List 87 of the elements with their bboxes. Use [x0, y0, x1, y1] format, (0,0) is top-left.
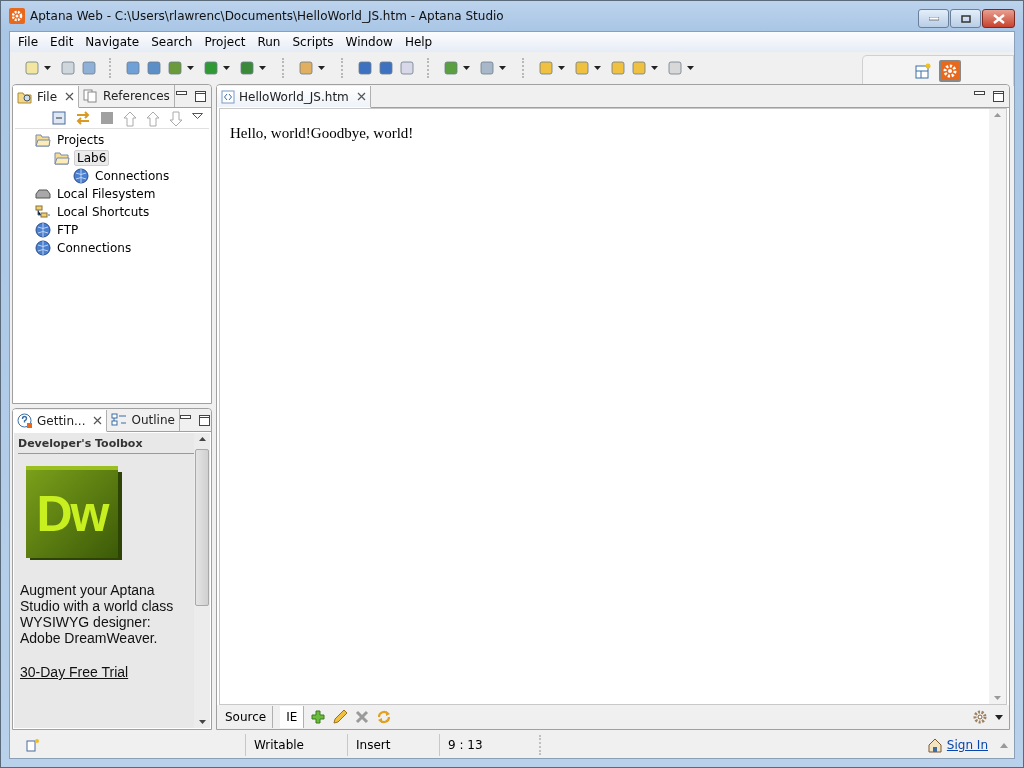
html-file-icon: [221, 89, 235, 104]
window-title: Aptana Web - C:\Users\rlawrenc\Documents\HelloWorld_JS.htm - Aptana Studio: [30, 9, 504, 23]
tree-item[interactable]: Connections: [93, 169, 172, 183]
caret-icon[interactable]: [687, 66, 694, 70]
sync-arrows-icon[interactable]: [75, 111, 91, 125]
caret-icon[interactable]: [463, 66, 470, 70]
menu-item[interactable]: Project: [198, 35, 252, 49]
caret-icon[interactable]: [259, 66, 266, 70]
status-text: Insert: [347, 734, 439, 756]
view-menu-icon[interactable]: [192, 113, 203, 119]
refresh-icon[interactable]: [376, 709, 393, 725]
shortcuts-icon: [35, 205, 51, 219]
editor-mode-tab[interactable]: IE: [280, 706, 305, 728]
new-window-icon[interactable]: [26, 738, 40, 752]
view-tab[interactable]: References: [79, 85, 175, 107]
close-button[interactable]: [982, 9, 1015, 28]
menu-item[interactable]: Scripts: [286, 35, 340, 49]
scroll-up-icon[interactable]: [198, 437, 206, 441]
caret-icon[interactable]: [594, 66, 601, 70]
hard-drive-icon: [35, 188, 51, 200]
scroll-thumb[interactable]: [195, 449, 209, 606]
menu-item[interactable]: Run: [251, 35, 287, 49]
globe-icon: [73, 168, 89, 184]
maximize-icon[interactable]: [993, 90, 1004, 102]
tree-item[interactable]: Connections: [55, 241, 134, 255]
editor-tab[interactable]: HelloWorld_JS.htm: [217, 86, 371, 108]
close-icon[interactable]: [356, 92, 366, 101]
menu-item[interactable]: Edit: [44, 35, 80, 49]
close-icon[interactable]: [93, 416, 103, 425]
settings-icon[interactable]: [972, 709, 988, 725]
outline-icon: [111, 413, 128, 427]
minimize-icon[interactable]: [179, 414, 191, 420]
tree-item[interactable]: Lab6: [74, 150, 110, 166]
menu-item[interactable]: File: [12, 35, 45, 49]
menu-item[interactable]: Search: [145, 35, 199, 49]
close-icon: [992, 13, 1005, 24]
help-icon: [17, 412, 33, 429]
minimize-icon: [928, 16, 939, 21]
minimize-button[interactable]: [918, 9, 949, 28]
scrollbar[interactable]: [194, 433, 210, 728]
tree-item[interactable]: FTP: [55, 223, 81, 237]
pages-icon: [83, 89, 100, 103]
scroll-down-icon[interactable]: [198, 720, 206, 724]
gear-icon[interactable]: [939, 59, 961, 82]
delete-icon[interactable]: [355, 710, 370, 724]
open-perspective-icon[interactable]: [915, 62, 931, 79]
close-icon[interactable]: [65, 92, 75, 101]
status-text: 9 : 13: [439, 734, 539, 756]
add-icon[interactable]: [311, 710, 326, 724]
minimize-icon[interactable]: [974, 90, 985, 96]
view-tab[interactable]: Outline: [107, 409, 180, 431]
tree-item[interactable]: Local Filesystem: [55, 187, 158, 201]
caret-icon[interactable]: [223, 66, 230, 70]
view-tab[interactable]: File: [13, 86, 80, 108]
pencil-icon[interactable]: [332, 709, 349, 725]
folder-icon: [35, 133, 51, 147]
caret-icon[interactable]: [318, 66, 325, 70]
page-text: Hello, world!Goodbye, world!: [230, 125, 414, 141]
folder-icon: [54, 151, 70, 165]
caret-icon[interactable]: [499, 66, 506, 70]
caret-icon[interactable]: [995, 714, 1003, 720]
maximize-icon[interactable]: [198, 414, 210, 426]
stop-icon: [100, 111, 114, 125]
caret-icon[interactable]: [187, 66, 194, 70]
menu-item[interactable]: Window: [339, 35, 399, 49]
description-text: Augment your Aptana Studio with a world class WYSIWYG designer: Adobe DreamWeaver.: [20, 582, 175, 646]
globe-icon: [35, 240, 51, 256]
maximize-icon: [960, 14, 971, 23]
sign-in-link[interactable]: Sign In: [946, 738, 988, 752]
view-tab[interactable]: Gettin...: [13, 410, 108, 432]
tree-item[interactable]: Local Shortcuts: [55, 205, 152, 219]
home-icon: [926, 737, 943, 753]
status-text: Writable: [245, 734, 347, 756]
menu-item[interactable]: Navigate: [79, 35, 146, 49]
caret-icon[interactable]: [44, 66, 51, 70]
maximize-button[interactable]: [950, 9, 981, 28]
maximize-icon[interactable]: [195, 90, 206, 102]
collapse-icon[interactable]: [52, 111, 66, 125]
trial-link[interactable]: 30-Day Free Trial: [20, 664, 129, 680]
globe-icon: [35, 222, 51, 238]
folder-search-icon: [17, 89, 33, 104]
menu-item[interactable]: Help: [398, 35, 439, 49]
minimize-icon[interactable]: [176, 90, 187, 96]
tree-item[interactable]: Projects: [55, 133, 107, 147]
caret-icon[interactable]: [558, 66, 565, 70]
caret-icon[interactable]: [651, 66, 658, 70]
gear-icon: [9, 8, 25, 24]
